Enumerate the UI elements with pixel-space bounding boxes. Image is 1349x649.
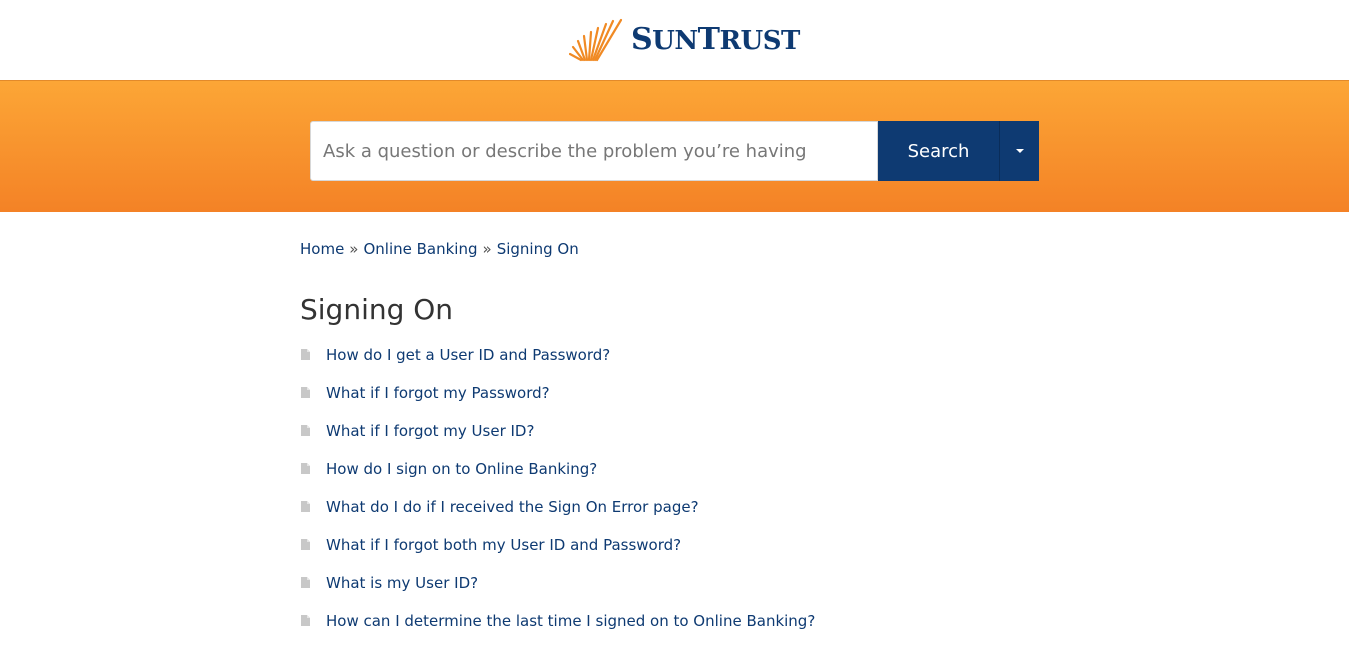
article-link[interactable]: What if I forgot my User ID? xyxy=(326,421,534,441)
document-icon xyxy=(301,615,310,626)
document-icon xyxy=(301,349,310,360)
list-item: What if I forgot my Password? xyxy=(300,383,1060,421)
breadcrumb: Home» Online Banking» Signing On xyxy=(300,240,1060,258)
list-item: What is my User ID? xyxy=(300,573,1060,611)
article-link[interactable]: How do I sign on to Online Banking? xyxy=(326,459,597,479)
breadcrumb-home[interactable]: Home xyxy=(300,240,344,258)
article-link[interactable]: What do I do if I received the Sign On E… xyxy=(326,497,699,517)
document-icon xyxy=(301,463,310,474)
document-icon xyxy=(301,387,310,398)
list-item: How do I get a User ID and Password? xyxy=(300,345,1060,383)
article-link[interactable]: What if I forgot both my User ID and Pas… xyxy=(326,535,681,555)
list-item: What if I forgot both my User ID and Pas… xyxy=(300,535,1060,573)
breadcrumb-online-banking[interactable]: Online Banking xyxy=(363,240,477,258)
search-banner: Search xyxy=(0,80,1349,212)
page-title: Signing On xyxy=(300,293,454,326)
suntrust-logo[interactable]: SUNTRUST xyxy=(569,18,800,62)
search-options-button[interactable] xyxy=(999,121,1039,181)
main-content: Home» Online Banking» Signing On Signing O… xyxy=(300,212,1060,649)
document-icon xyxy=(301,539,310,550)
document-icon xyxy=(301,425,310,436)
logo-wordmark: SUNTRUST xyxy=(631,22,800,57)
caret-down-icon xyxy=(1015,149,1024,153)
article-link[interactable]: What if I forgot my Password? xyxy=(326,383,550,403)
search-input[interactable] xyxy=(310,121,878,181)
search-button[interactable]: Search xyxy=(878,121,999,181)
article-link[interactable]: How do I get a User ID and Password? xyxy=(326,345,610,365)
breadcrumb-signing-on[interactable]: Signing On xyxy=(497,240,579,258)
sunburst-icon xyxy=(569,18,623,62)
breadcrumb-separator: » xyxy=(349,240,359,258)
list-item: How can I determine the last time I sign… xyxy=(300,611,1060,649)
list-item: What if I forgot my User ID? xyxy=(300,421,1060,459)
search-bar: Search xyxy=(310,121,1039,181)
article-link[interactable]: How can I determine the last time I sign… xyxy=(326,611,815,631)
article-list: How do I get a User ID and Password? Wha… xyxy=(300,345,1060,649)
breadcrumb-separator: » xyxy=(482,240,492,258)
document-icon xyxy=(301,501,310,512)
site-header: SUNTRUST xyxy=(0,0,1349,80)
document-icon xyxy=(301,577,310,588)
list-item: What do I do if I received the Sign On E… xyxy=(300,497,1060,535)
article-link[interactable]: What is my User ID? xyxy=(326,573,478,593)
list-item: How do I sign on to Online Banking? xyxy=(300,459,1060,497)
